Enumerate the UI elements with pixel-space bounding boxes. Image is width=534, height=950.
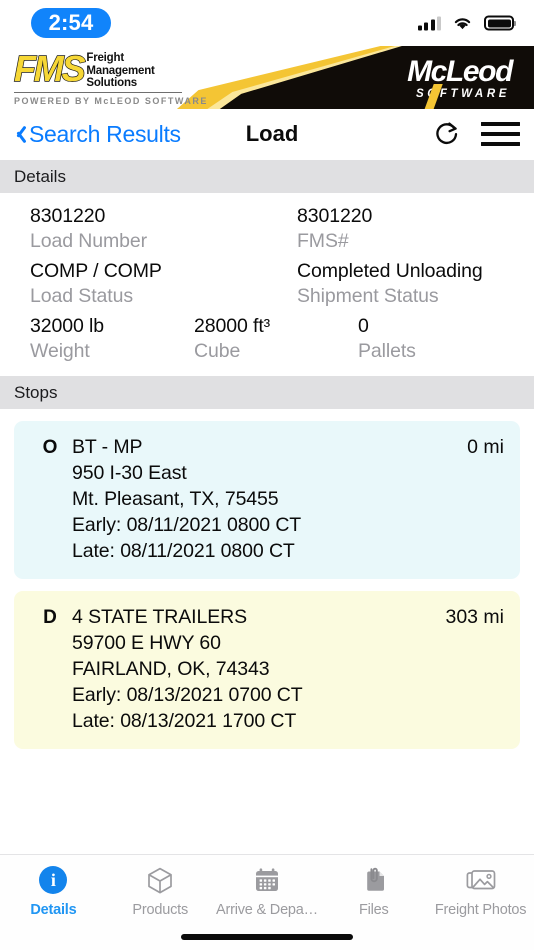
fms-wordmark: FMS bbox=[13, 48, 86, 89]
stop-card-origin[interactable]: O BT - MP 950 I-30 East Mt. Pleasant, TX… bbox=[14, 421, 520, 579]
fms-divider bbox=[14, 91, 182, 93]
field-fms-number: 8301220 FMS# bbox=[297, 204, 507, 254]
stop-marker: D bbox=[43, 607, 57, 628]
stops-list: O BT - MP 950 I-30 East Mt. Pleasant, TX… bbox=[0, 409, 534, 749]
fms-logo: FMS Freight Management Solutions POWERED… bbox=[13, 48, 208, 106]
field-value: Completed Unloading bbox=[297, 260, 483, 282]
fms-tagline-line1: Freight bbox=[86, 52, 124, 64]
field-value: 8301220 bbox=[297, 205, 373, 227]
app-screen: 2:54 FMS Freight Management Solutions PO… bbox=[0, 0, 534, 950]
brand-banner: FMS Freight Management Solutions POWERED… bbox=[0, 46, 534, 109]
field-load-number: 8301220 Load Number bbox=[30, 204, 297, 254]
photos-icon bbox=[465, 865, 497, 895]
tab-details[interactable]: i Details bbox=[0, 865, 107, 918]
status-bar: 2:54 bbox=[0, 0, 534, 46]
details-row: COMP / COMP Load Status Completed Unload… bbox=[0, 254, 534, 309]
field-cube: 28000 ft³ Cube bbox=[194, 314, 358, 364]
mcleod-software-label: SOFTWARE bbox=[416, 88, 510, 100]
status-time-pill: 2:54 bbox=[31, 8, 111, 38]
battery-full-icon bbox=[484, 15, 514, 31]
back-button[interactable]: Search Results bbox=[12, 121, 181, 148]
stop-info: BT - MP 950 I-30 East Mt. Pleasant, TX, … bbox=[72, 434, 457, 564]
stop-early-time: Early: 08/11/2021 0800 CT bbox=[72, 514, 302, 536]
tab-files[interactable]: Files bbox=[320, 865, 427, 918]
status-indicators bbox=[417, 15, 514, 31]
field-shipment-status: Completed Unloading Shipment Status bbox=[297, 259, 507, 309]
stop-marker: O bbox=[42, 437, 58, 458]
home-indicator bbox=[181, 934, 353, 940]
details-body: 8301220 Load Number 8301220 FMS# COMP / … bbox=[0, 193, 534, 376]
stop-info: 4 STATE TRAILERS 59700 E HWY 60 FAIRLAND… bbox=[72, 604, 435, 734]
stop-mileage: 0 mi bbox=[467, 436, 504, 458]
tab-label: Details bbox=[30, 902, 77, 918]
navbar-actions bbox=[432, 119, 520, 149]
tab-label: Products bbox=[132, 902, 188, 918]
calendar-icon bbox=[252, 865, 282, 895]
stops-section-header: Stops bbox=[0, 376, 534, 409]
field-value: 32000 lb bbox=[30, 315, 105, 337]
stop-name: BT - MP bbox=[72, 436, 143, 458]
back-button-label: Search Results bbox=[29, 120, 181, 147]
refresh-icon[interactable] bbox=[432, 119, 462, 149]
fms-tagline-line3: Solutions bbox=[86, 77, 137, 89]
tab-arrive-depart[interactable]: Arrive & Depa… bbox=[214, 865, 321, 918]
tab-label: Arrive & Depa… bbox=[216, 902, 318, 918]
navigation-bar: Search Results Load bbox=[0, 109, 534, 160]
field-value: 28000 ft³ bbox=[194, 315, 271, 337]
tab-products[interactable]: Products bbox=[107, 865, 214, 918]
stop-mileage: 303 mi bbox=[445, 606, 504, 628]
stop-late-time: Late: 08/13/2021 1700 CT bbox=[72, 710, 297, 732]
stop-card-destination[interactable]: D 4 STATE TRAILERS 59700 E HWY 60 FAIRLA… bbox=[14, 591, 520, 749]
field-value: 0 bbox=[358, 315, 369, 337]
field-label: Shipment Status bbox=[297, 285, 439, 307]
stop-address: 950 I-30 East bbox=[72, 462, 187, 484]
info-circle-icon: i bbox=[39, 865, 68, 895]
stop-address: 59700 E HWY 60 bbox=[72, 632, 221, 654]
bottom-tab-bar: i Details Products Arrive & Depa… Files … bbox=[0, 854, 534, 950]
fms-powered-by: POWERED BY McLEOD SOFTWARE bbox=[14, 95, 208, 106]
file-attachment-icon bbox=[359, 865, 389, 895]
fms-tagline-line2: Management bbox=[86, 64, 155, 77]
field-label: Pallets bbox=[358, 340, 416, 362]
mcleod-logo: McLeod SOFTWARE bbox=[407, 55, 513, 109]
stop-city-state-zip: Mt. Pleasant, TX, 75455 bbox=[72, 488, 279, 510]
field-pallets: 0 Pallets bbox=[358, 314, 518, 364]
field-load-status: COMP / COMP Load Status bbox=[30, 259, 297, 309]
stop-name: 4 STATE TRAILERS bbox=[72, 606, 248, 628]
wifi-icon bbox=[452, 16, 473, 31]
details-section-header: Details bbox=[0, 160, 534, 193]
cellular-signal-icon bbox=[417, 16, 441, 31]
field-value: 8301220 bbox=[30, 205, 106, 227]
tab-label: Freight Photos bbox=[434, 902, 527, 918]
field-weight: 32000 lb Weight bbox=[30, 314, 194, 364]
field-label: Weight bbox=[30, 340, 90, 362]
stop-early-time: Early: 08/13/2021 0700 CT bbox=[72, 684, 303, 706]
chevron-left-icon bbox=[12, 124, 24, 145]
hamburger-menu-icon[interactable] bbox=[481, 122, 520, 146]
field-label: Load Number bbox=[30, 230, 148, 252]
stop-city-state-zip: FAIRLAND, OK, 74343 bbox=[72, 658, 270, 680]
field-label: FMS# bbox=[297, 230, 349, 252]
field-label: Cube bbox=[194, 340, 241, 362]
tab-freight-photos[interactable]: Freight Photos bbox=[427, 865, 534, 918]
field-value: COMP / COMP bbox=[30, 260, 162, 282]
details-row: 8301220 Load Number 8301220 FMS# bbox=[0, 199, 534, 254]
mcleod-wordmark: McLeod bbox=[407, 55, 513, 88]
field-label: Load Status bbox=[30, 285, 133, 307]
stop-late-time: Late: 08/11/2021 0800 CT bbox=[72, 540, 295, 562]
cube-icon bbox=[145, 865, 175, 895]
details-row: 32000 lb Weight 28000 ft³ Cube 0 Pallets bbox=[0, 309, 534, 364]
tab-label: Files bbox=[358, 902, 389, 918]
